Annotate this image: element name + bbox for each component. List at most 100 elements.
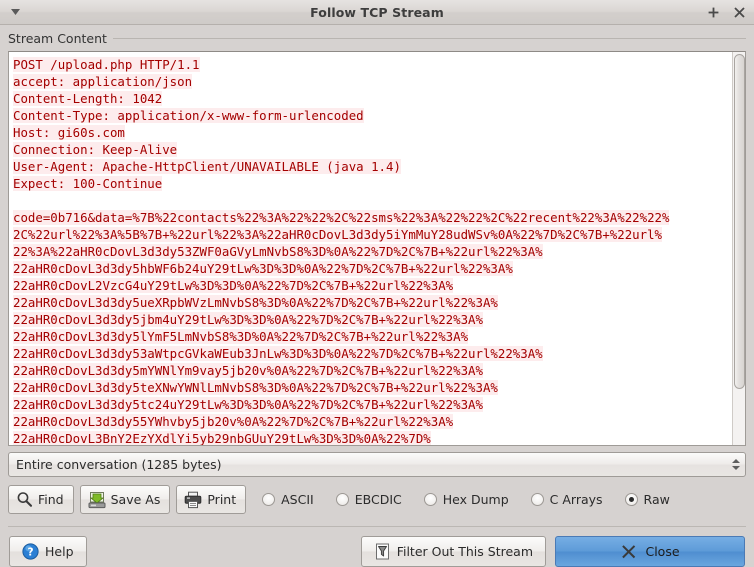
stream-line-text: Content-Type: application/x-www-form-url…: [13, 107, 364, 123]
format-radio-raw[interactable]: Raw: [624, 492, 670, 507]
format-radio-c-arrays[interactable]: C Arrays: [530, 492, 603, 507]
save-icon: [88, 491, 106, 509]
close-label: Close: [645, 544, 680, 559]
stream-textview[interactable]: POST /upload.php HTTP/1.1 accept: applica…: [9, 52, 732, 445]
filter-out-stream-label: Filter Out This Stream: [396, 544, 533, 559]
stream-line: Content-Type: application/x-www-form-url…: [13, 107, 729, 124]
filter-out-stream-button[interactable]: Filter Out This Stream: [360, 536, 546, 567]
stream-line: 22aHR0cDovL3d3dy55YWhvby5jb20v%0A%22%7D%…: [13, 413, 729, 430]
window-titlebar: Follow TCP Stream: [0, 0, 754, 25]
stream-content-header: Stream Content: [8, 31, 746, 47]
footer-divider: [8, 526, 746, 527]
format-radio-ascii[interactable]: ASCII: [262, 492, 314, 507]
window-menu-icon[interactable]: [8, 5, 22, 19]
stream-line: code=0b716&data=%7B%22contacts%22%3A%22%…: [13, 209, 729, 226]
stream-line-text: 22%3A%22aHR0cDovL3d3dy53ZWF0aGVyLmNvbS8%…: [13, 243, 543, 259]
stream-line: 2C%22url%22%3A%5B%7B+%22url%22%3A%22aHR0…: [13, 226, 729, 243]
stream-line: 22aHR0cDovL2VzcG4uY29tLw%3D%3D%0A%22%7D%…: [13, 277, 729, 294]
window-body: Stream Content POST /upload.php HTTP/1.1…: [0, 25, 754, 567]
triangle-up-icon[interactable]: [732, 459, 740, 463]
format-radio-label: ASCII: [281, 492, 314, 507]
find-label: Find: [38, 492, 64, 507]
stream-line-text: 22aHR0cDovL3d3dy5jbm4uY29tLw%3D%3D%0A%22…: [13, 311, 483, 327]
stream-line: POST /upload.php HTTP/1.1: [13, 56, 729, 73]
stream-line: 22aHR0cDovL3d3dy5hbWF6b24uY29tLw%3D%3D%0…: [13, 260, 729, 277]
format-radio-label: Raw: [643, 492, 670, 507]
stream-content-group: Stream Content POST /upload.php HTTP/1.1…: [8, 31, 746, 446]
stream-line: 22aHR0cDovL3d3dy5tc24uY29tLw%3D%3D%0A%22…: [13, 396, 729, 413]
stream-line-text: code=0b716&data=%7B%22contacts%22%3A%22%…: [13, 209, 670, 225]
stream-line: 22aHR0cDovL3d3dy5jbm4uY29tLw%3D%3D%0A%22…: [13, 311, 729, 328]
stream-content-label: Stream Content: [8, 31, 107, 47]
stream-line-text: 22aHR0cDovL3d3dy5tc24uY29tLw%3D%3D%0A%22…: [13, 396, 483, 412]
magnifier-icon: [16, 491, 33, 508]
conversation-spinner[interactable]: [731, 459, 741, 470]
stream-line-text: 22aHR0cDovL3d3dy5hbWF6b24uY29tLw%3D%3D%0…: [13, 260, 513, 276]
stream-line-text: Host: gi60s.com: [13, 124, 125, 140]
stream-line-text: User-Agent: Apache-HttpClient/UNAVAILABL…: [13, 158, 401, 174]
svg-text:?: ?: [27, 546, 33, 558]
print-label: Print: [207, 492, 237, 507]
format-radio-ebcdic[interactable]: EBCDIC: [335, 492, 402, 507]
close-icon[interactable]: [733, 6, 746, 19]
triangle-down-icon[interactable]: [732, 466, 740, 470]
help-button[interactable]: ? Help: [9, 536, 87, 567]
stream-line-text: 22aHR0cDovL3d3dy53aWtpcGVkaWEub3JnLw%3D%…: [13, 345, 543, 361]
radio-indicator-icon[interactable]: [423, 493, 437, 506]
window-title: Follow TCP Stream: [310, 4, 444, 20]
stream-vertical-scrollbar[interactable]: [732, 51, 745, 445]
stream-line: User-Agent: Apache-HttpClient/UNAVAILABL…: [13, 158, 729, 175]
radio-indicator-icon[interactable]: [624, 493, 638, 506]
help-circle-icon: ?: [22, 543, 39, 560]
conversation-selector-row: Entire conversation (1285 bytes): [8, 452, 746, 477]
stream-line-text: Connection: Keep-Alive: [13, 141, 178, 157]
find-button[interactable]: Find: [8, 485, 74, 514]
stream-toolbar: Find Save As Print ASCII EBCDIC Hex Dump…: [8, 485, 746, 514]
stream-line-text: 22aHR0cDovL3d3dy5mYWNlYm9vay5jb20v%0A%22…: [13, 362, 483, 378]
radio-indicator-icon[interactable]: [335, 493, 349, 506]
close-button[interactable]: Close: [555, 536, 745, 567]
radio-indicator-icon[interactable]: [530, 493, 544, 506]
stream-line: 22aHR0cDovL3d3dy5ueXRpbWVzLmNvbS8%3D%0A%…: [13, 294, 729, 311]
conversation-selected-label: Entire conversation (1285 bytes): [16, 457, 222, 472]
help-label: Help: [45, 544, 74, 559]
format-radio-label: EBCDIC: [354, 492, 402, 507]
stream-line: Expect: 100-Continue: [13, 175, 729, 192]
format-radio-label: Hex Dump: [442, 492, 509, 507]
stream-line-text: 22aHR0cDovL3BnY2EzYXdlYi5yb29nbGUuY29tLw…: [13, 430, 431, 445]
stream-line-text: POST /upload.php HTTP/1.1: [13, 56, 200, 72]
maximize-icon[interactable]: [707, 6, 720, 19]
stream-textview-wrapper: POST /upload.php HTTP/1.1 accept: applica…: [8, 50, 746, 446]
format-radio-label: C Arrays: [549, 492, 603, 507]
save-as-button[interactable]: Save As: [79, 485, 171, 514]
stream-line: 22aHR0cDovL3d3dy5mYWNlYm9vay5jb20v%0A%22…: [13, 362, 729, 379]
print-button[interactable]: Print: [176, 485, 247, 514]
stream-line-text: 22aHR0cDovL3d3dy55YWhvby5jb20v%0A%22%7D%…: [13, 413, 454, 429]
stream-line: 22aHR0cDovL3d3dy5teXNwYWNlLmNvbS8%3D%0A%…: [13, 379, 729, 396]
scrollbar-thumb[interactable]: [734, 53, 745, 389]
stream-line: 22%3A%22aHR0cDovL3d3dy53ZWF0aGVyLmNvbS8%…: [13, 243, 729, 260]
stream-line-text: 22aHR0cDovL3d3dy5teXNwYWNlLmNvbS8%3D%0A%…: [13, 379, 498, 395]
stream-line: 22aHR0cDovL3BnY2EzYXdlYi5yb29nbGUuY29tLw…: [13, 430, 729, 445]
stream-line-text: 2C%22url%22%3A%5B%7B+%22url%22%3A%22aHR0…: [13, 226, 663, 242]
stream-content-inner: POST /upload.php HTTP/1.1 accept: applica…: [8, 50, 746, 446]
stream-line-text: Content-Length: 1042: [13, 90, 163, 106]
stream-line: 22aHR0cDovL3d3dy5lYmF5LmNvbS8%3D%0A%22%7…: [13, 328, 729, 345]
radio-indicator-icon[interactable]: [262, 493, 276, 506]
stream-line-text: Expect: 100-Continue: [13, 175, 163, 191]
group-divider: [112, 38, 746, 40]
stream-line: accept: application/json: [13, 73, 729, 90]
stream-line: 22aHR0cDovL3d3dy53aWtpcGVkaWEub3JnLw%3D%…: [13, 345, 729, 362]
x-mark-icon: [620, 543, 638, 561]
dialog-footer: ? Help Filter Out This Stream Close: [9, 536, 745, 567]
stream-line-text: 22aHR0cDovL3d3dy5ueXRpbWVzLmNvbS8%3D%0A%…: [13, 294, 498, 310]
save-as-label: Save As: [110, 492, 161, 507]
conversation-combobox[interactable]: Entire conversation (1285 bytes): [8, 452, 746, 477]
stream-line-text: 22aHR0cDovL2VzcG4uY29tLw%3D%3D%0A%22%7D%…: [13, 277, 454, 293]
format-radio-group: ASCII EBCDIC Hex Dump C Arrays Raw: [262, 492, 670, 507]
stream-line: Connection: Keep-Alive: [13, 141, 729, 158]
stream-line: [13, 192, 729, 209]
stream-line-text: accept: application/json: [13, 73, 193, 89]
stream-line: Host: gi60s.com: [13, 124, 729, 141]
format-radio-hex-dump[interactable]: Hex Dump: [423, 492, 509, 507]
